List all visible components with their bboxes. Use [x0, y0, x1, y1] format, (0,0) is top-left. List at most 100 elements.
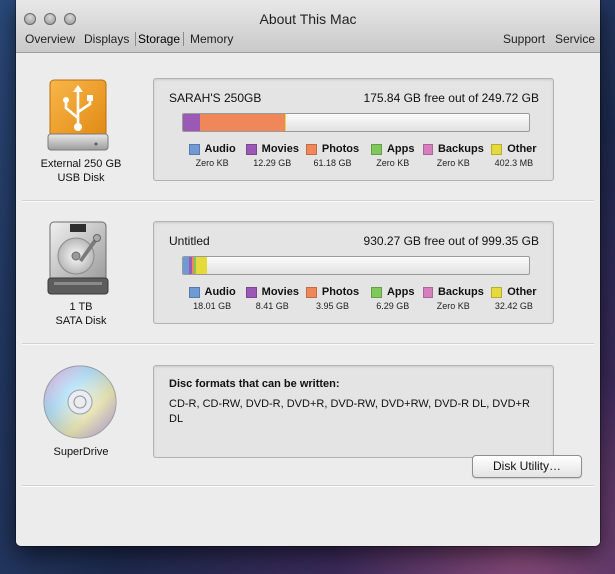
disc-formats-list: CD-R, CD-RW, DVD-R, DVD+R, DVD-RW, DVD+R…: [169, 398, 530, 425]
usb-drive-label-line2: USB Disk: [57, 172, 105, 184]
legend-swatch: [422, 286, 433, 298]
legend-item-audio: Audio 18.01 GB: [182, 286, 242, 311]
legend-item-title: Photos: [302, 286, 362, 298]
sata-drive-label: 1 TB SATA Disk: [26, 300, 136, 328]
tab-separator: [135, 32, 136, 46]
legend-item-photos: Photos 3.95 GB: [302, 286, 362, 311]
legend-value: Zero KB: [436, 301, 470, 311]
tab-overview[interactable]: Overview: [25, 32, 75, 46]
disk-utility-button[interactable]: Disk Utility…: [472, 455, 582, 478]
usage-segment-photos: [200, 114, 286, 131]
sata-disk-panel: Untitled 930.27 GB free out of 999.35 GB…: [153, 221, 554, 324]
legend-value: 61.18 GB: [313, 158, 352, 168]
legend-value: Zero KB: [436, 158, 470, 168]
legend-label: Movies: [261, 143, 299, 155]
legend-item-apps: Apps 6.29 GB: [363, 286, 423, 311]
legend-swatch: [491, 286, 503, 298]
legend-value: Zero KB: [195, 158, 229, 168]
divider: [22, 200, 594, 202]
hard-disk-icon: [46, 220, 110, 303]
legend-item-title: Apps: [363, 286, 423, 298]
legend-label: Photos: [321, 143, 360, 155]
legend-item-other: Other 32.42 GB: [484, 286, 544, 311]
legend-item-title: Other: [484, 143, 544, 155]
optical-disc-icon: [42, 364, 118, 445]
tab-storage[interactable]: Storage: [138, 32, 180, 46]
legend-swatch: [422, 143, 433, 155]
legend-label: Backups: [437, 286, 484, 298]
legend-value: 3.95 GB: [315, 301, 350, 311]
legend-item-title: Movies: [242, 143, 302, 155]
usb-drive-label-line1: External 250 GB: [40, 158, 122, 170]
tab-displays[interactable]: Displays: [84, 32, 129, 46]
legend-label: Apps: [386, 286, 415, 298]
usage-legend: Audio 18.01 GB Movies 8.41 GB Photos 3.95 GB A…: [182, 286, 544, 311]
legend-item-title: Audio: [182, 143, 242, 155]
usage-segment-other: [285, 114, 286, 131]
legend-label: Other: [507, 286, 537, 298]
usage-segment-other: [195, 257, 207, 274]
superdrive-label: SuperDrive: [53, 446, 109, 458]
legend-item-title: Backups: [422, 143, 484, 155]
legend-value: 402.3 MB: [494, 158, 534, 168]
usage-segment-movies: [183, 114, 201, 131]
usb-drive-label: External 250 GB USB Disk: [26, 157, 136, 185]
window-title: About This Mac: [259, 11, 357, 27]
tab-support[interactable]: Support: [503, 32, 545, 46]
legend-swatch: [491, 143, 503, 155]
disk-free-space: 930.27 GB free out of 999.35 GB: [363, 234, 539, 248]
legend-item-title: Other: [484, 286, 544, 298]
usb-disk-panel: SARAH'S 250GB 175.84 GB free out of 249.…: [153, 78, 554, 181]
legend-value: 6.29 GB: [376, 301, 410, 311]
legend-item-audio: Audio Zero KB: [182, 143, 242, 168]
legend-label: Other: [507, 143, 537, 155]
usage-legend: Audio Zero KB Movies 12.29 GB Photos 61.18 GB…: [182, 143, 544, 168]
legend-swatch: [370, 286, 382, 298]
usage-bar: [182, 256, 530, 275]
legend-label: Apps: [386, 143, 415, 155]
legend-swatch: [188, 143, 200, 155]
legend-label: Backups: [437, 143, 484, 155]
legend-label: Audio: [204, 143, 236, 155]
divider: [22, 485, 594, 487]
legend-item-backups: Backups Zero KB: [422, 143, 484, 168]
disk-free-space: 175.84 GB free out of 249.72 GB: [363, 91, 539, 105]
sata-drive-label-line2: SATA Disk: [55, 315, 107, 327]
legend-item-title: Audio: [182, 286, 242, 298]
usage-bar: [182, 113, 530, 132]
about-this-mac-window: About This Mac Overview Displays Storage…: [16, 0, 600, 546]
disc-formats-title: Disc formats that can be written:: [169, 378, 340, 390]
tab-memory[interactable]: Memory: [190, 32, 233, 46]
legend-value: 32.42 GB: [494, 301, 533, 311]
legend-item-title: Backups: [422, 286, 484, 298]
legend-item-title: Movies: [242, 286, 302, 298]
legend-value: 8.41 GB: [255, 301, 289, 311]
legend-item-title: Apps: [363, 143, 423, 155]
divider: [22, 343, 594, 345]
legend-item-apps: Apps Zero KB: [363, 143, 423, 168]
legend-label: Photos: [321, 286, 360, 298]
title-bar: About This Mac Overview Displays Storage…: [16, 0, 600, 53]
legend-swatch: [188, 286, 200, 298]
legend-swatch: [305, 286, 317, 298]
superdrive-panel: Disc formats that can be written: CD-R, …: [153, 365, 554, 458]
sata-drive-label-line1: 1 TB: [69, 301, 93, 313]
legend-value: 18.01 GB: [193, 301, 232, 311]
legend-value: Zero KB: [376, 158, 410, 168]
legend-swatch: [245, 143, 257, 155]
legend-item-title: Photos: [302, 143, 362, 155]
legend-label: Audio: [204, 286, 236, 298]
legend-swatch: [305, 143, 317, 155]
legend-item-other: Other 402.3 MB: [484, 143, 544, 168]
legend-value: 12.29 GB: [253, 158, 292, 168]
legend-swatch: [370, 143, 382, 155]
legend-swatch: [245, 286, 257, 298]
legend-item-photos: Photos 61.18 GB: [302, 143, 362, 168]
legend-label: Movies: [261, 286, 299, 298]
tab-separator: [183, 32, 184, 46]
disk-name: Untitled: [169, 234, 210, 248]
disk-name: SARAH'S 250GB: [169, 91, 262, 105]
usb-drive-icon: [46, 78, 110, 159]
tab-service[interactable]: Service: [555, 32, 595, 46]
legend-item-movies: Movies 12.29 GB: [242, 143, 302, 168]
